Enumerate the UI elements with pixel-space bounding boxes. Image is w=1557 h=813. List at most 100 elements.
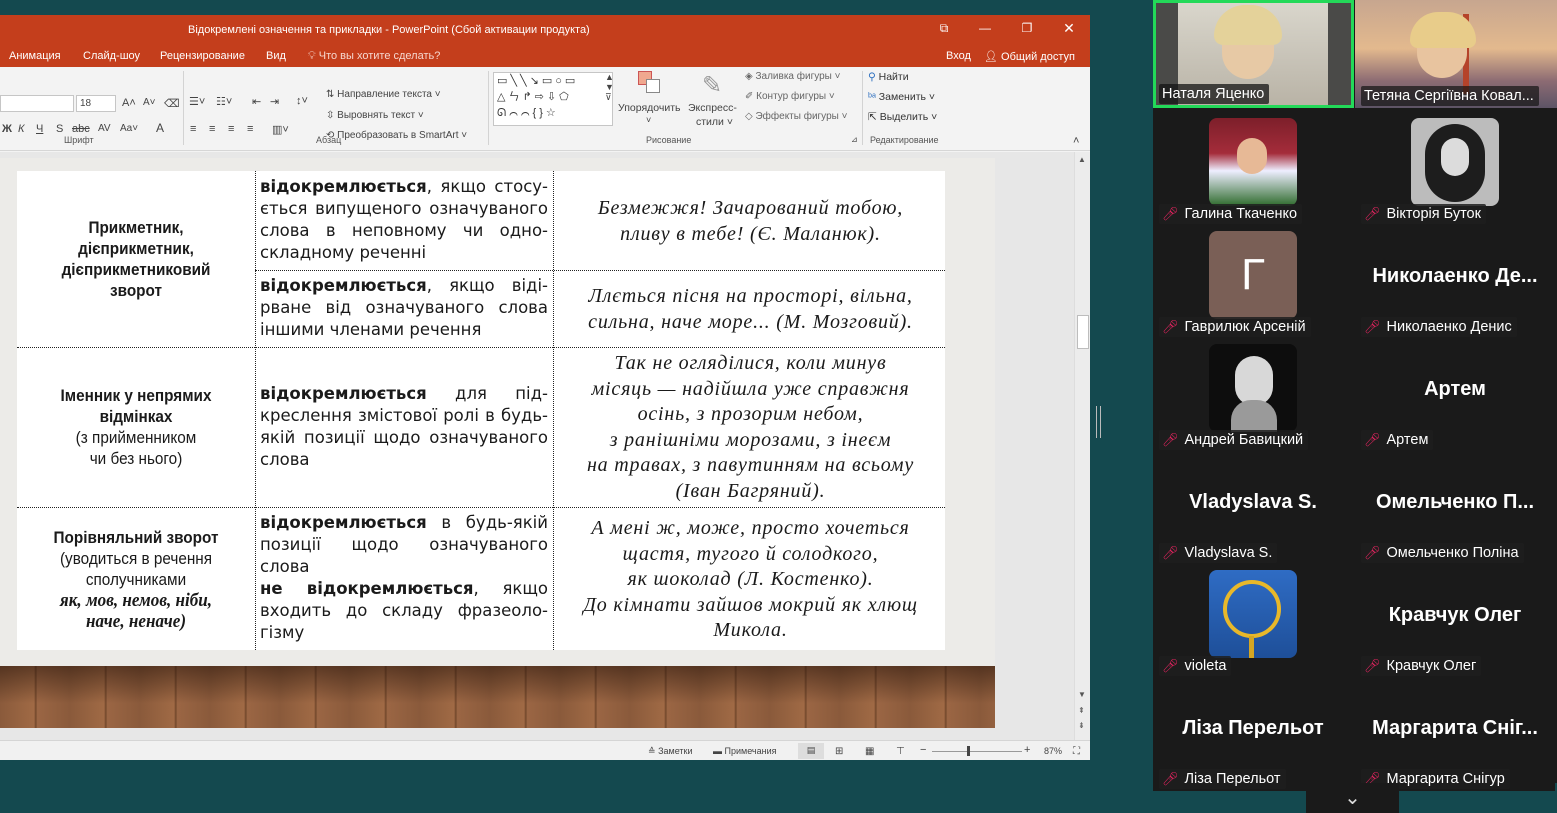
maximize-button[interactable]: ❐ [1017, 21, 1037, 35]
comments-button[interactable]: ▬ Примечания [713, 746, 776, 756]
zoom-out-icon[interactable]: − [920, 744, 926, 756]
participant-tile[interactable]: Маргарита Сніг... 🎤︎ Маргарита Снігур [1355, 679, 1555, 791]
shape-effects-button[interactable]: ◇ Эффекты фигуры ˅ [745, 111, 847, 122]
participant-name-text: Гаврилюк Арсеній [1184, 319, 1306, 335]
close-button[interactable]: ✕ [1059, 20, 1079, 37]
zoom-slider[interactable] [932, 751, 1022, 752]
align-text-button[interactable]: ⇳ Выровнять текст ˅ [326, 110, 424, 121]
spacing-icon[interactable]: AV [98, 123, 111, 134]
zoom-slider-thumb[interactable] [967, 746, 970, 756]
participant-name-text: Артем [1386, 432, 1429, 448]
numbering-icon[interactable]: ☷˅ [216, 95, 232, 108]
participant-tile[interactable]: Артем 🎤︎ Артем [1355, 340, 1555, 452]
font-shrink-icon[interactable]: A˅ [143, 97, 156, 108]
gallery-scroll-icon[interactable]: ▲ ▼ ⊽ [605, 72, 614, 103]
align-left-icon[interactable]: ≡ [190, 123, 196, 135]
normal-view-icon[interactable]: ▤ [798, 743, 824, 759]
tell-me-search[interactable]: 💡︎ Что вы хотите сделать? [308, 50, 440, 63]
italic-icon[interactable]: К [18, 123, 24, 135]
slide[interactable]: Прикметник, дієприкметник, дієприкметник… [0, 158, 995, 728]
participant-tile[interactable]: 🎤︎ Галина Ткаченко [1153, 114, 1353, 226]
fit-slide-icon[interactable]: ⛶ [1073, 746, 1080, 757]
slideshow-icon[interactable]: ⊤ [896, 746, 905, 757]
participant-tile[interactable]: Г 🎤︎ Гаврилюк Арсеній [1153, 227, 1353, 339]
smartart-button[interactable]: ⟲ Преобразовать в SmartArt ˅ [326, 130, 467, 141]
participant-tile[interactable]: 🎤︎ Вікторія Буток [1355, 114, 1555, 226]
shapes-gallery[interactable]: ▭╲╲↘▭○▭ △ㄣ↱⇨⇩⬠ ᘏ⌒⌒{}☆ [493, 72, 613, 126]
change-case-icon[interactable]: Aa˅ [120, 123, 138, 134]
next-slide-icon[interactable]: ⇟ [1078, 721, 1085, 730]
participant-tile[interactable]: Тетяна Сергіївна Ковал... [1355, 0, 1557, 108]
notes-button[interactable]: ≙ Заметки [648, 746, 693, 757]
justify-icon[interactable]: ≡ [247, 123, 253, 135]
vertical-scrollbar[interactable]: ▲ ▼ ⇞ ⇟ [1074, 152, 1090, 747]
reading-view-icon[interactable]: ▦ [865, 746, 874, 757]
line-spacing-icon[interactable]: ↕˅ [296, 95, 308, 107]
bullets-icon[interactable]: ☰˅ [189, 95, 205, 108]
participant-tile[interactable]: Николаенко Де... 🎤︎ Николаенко Денис [1355, 227, 1555, 339]
font-grow-icon[interactable]: A˄ [122, 97, 136, 109]
font-size-field[interactable]: 18 [76, 95, 116, 112]
participant-tile[interactable]: 🎤︎ violeta [1153, 566, 1353, 678]
tab-review[interactable]: Рецензирование [160, 50, 245, 62]
participant-avatar [1209, 344, 1297, 432]
split-handle[interactable] [1096, 406, 1101, 438]
bold-icon[interactable]: Ж [2, 123, 12, 135]
mic-muted-icon: 🎤︎ [1162, 771, 1179, 786]
shape-fill-button[interactable]: ◈ Заливка фигуры ˅ [745, 71, 840, 82]
tab-slideshow[interactable]: Слайд-шоу [83, 50, 140, 62]
previous-slide-icon[interactable]: ⇞ [1078, 706, 1085, 715]
clear-format-icon[interactable]: ⌫ [164, 97, 180, 110]
participant-name: 🎤︎ Галина Ткаченко [1159, 204, 1303, 224]
increase-indent-icon[interactable]: ⇥ [270, 95, 279, 108]
row2-example: Так не огляділися, коли минув місяць — н… [558, 351, 943, 504]
font-color-icon[interactable]: A [156, 121, 164, 135]
participant-tile[interactable]: Кравчук Олег 🎤︎ Кравчук Олег [1355, 566, 1555, 678]
participant-tile[interactable]: Наталя Яценко [1153, 0, 1354, 108]
participant-name-text: Омельченко Поліна [1386, 545, 1519, 561]
scroll-down-icon[interactable]: ▼ [1078, 690, 1086, 699]
grammar-table: Прикметник, дієприкметник, дієприкметник… [17, 171, 945, 650]
strikethrough-icon[interactable]: abc [72, 123, 90, 135]
participant-name-text: Андрей Бавицкий [1184, 432, 1304, 448]
share-button[interactable]: 👤︎ Общий доступ [984, 50, 1075, 63]
participant-name: 🎤︎ violeta [1159, 656, 1232, 676]
row-divider [17, 507, 945, 508]
tab-animations[interactable]: Анимация [9, 50, 61, 62]
scroll-up-icon[interactable]: ▲ [1078, 155, 1086, 164]
shadow-icon[interactable]: S [56, 123, 63, 135]
zoom-level[interactable]: 87% [1044, 746, 1062, 756]
shape-fill-label: Заливка фигуры [755, 71, 832, 82]
ribbon-display-icon[interactable]: ⧉ [934, 21, 954, 36]
tab-view[interactable]: Вид [266, 50, 286, 62]
slide-sorter-icon[interactable]: ⊞ [835, 746, 843, 757]
participant-tile[interactable]: Ліза Перельот 🎤︎ Ліза Перельот [1153, 679, 1353, 791]
align-text-label: Выровнять текст [337, 110, 416, 121]
find-button[interactable]: ⚲ Найти [868, 71, 909, 83]
arrange-button[interactable]: Упорядочить [618, 102, 680, 114]
scrollbar-thumb[interactable] [1077, 315, 1089, 349]
participant-tile[interactable]: Vladyslava S. 🎤︎ Vladyslava S. [1153, 453, 1353, 565]
collapse-ribbon-icon[interactable]: ˄ [1073, 135, 1079, 147]
decrease-indent-icon[interactable]: ⇤ [252, 95, 261, 108]
underline-icon[interactable]: Ч [36, 123, 43, 135]
chevron-down-icon[interactable]: ⌄ [1306, 783, 1399, 813]
text-direction-button[interactable]: ⇅ Направление текста ˅ [326, 89, 441, 100]
align-center-icon[interactable]: ≡ [209, 123, 215, 135]
participant-tile[interactable]: Омельченко П... 🎤︎ Омельченко Поліна [1355, 453, 1555, 565]
zoom-in-icon[interactable]: + [1024, 744, 1030, 756]
replace-button[interactable]: ᵇᵃ Заменить ˅ [868, 91, 935, 103]
participant-tile[interactable]: 🎤︎ Андрей Бавицкий [1153, 340, 1353, 452]
shape-outline-button[interactable]: ✐ Контур фигуры ˅ [745, 91, 835, 102]
dialog-launcher-icon[interactable]: ⊿ [851, 135, 858, 144]
minimize-button[interactable]: — [975, 21, 995, 35]
align-right-icon[interactable]: ≡ [228, 123, 234, 135]
shape-effects-label: Эффекты фигуры [755, 111, 839, 122]
quick-styles-button[interactable]: Экспресс- [688, 102, 737, 114]
font-name-field[interactable] [0, 95, 74, 112]
sign-in-link[interactable]: Вход [946, 50, 971, 62]
participant-display-name: Vladyslava S. [1189, 491, 1317, 513]
columns-icon[interactable]: ▥˅ [272, 123, 289, 136]
select-button[interactable]: ⇱ Выделить ˅ [868, 111, 937, 123]
participant-name-text: Ліза Перельот [1184, 771, 1281, 787]
